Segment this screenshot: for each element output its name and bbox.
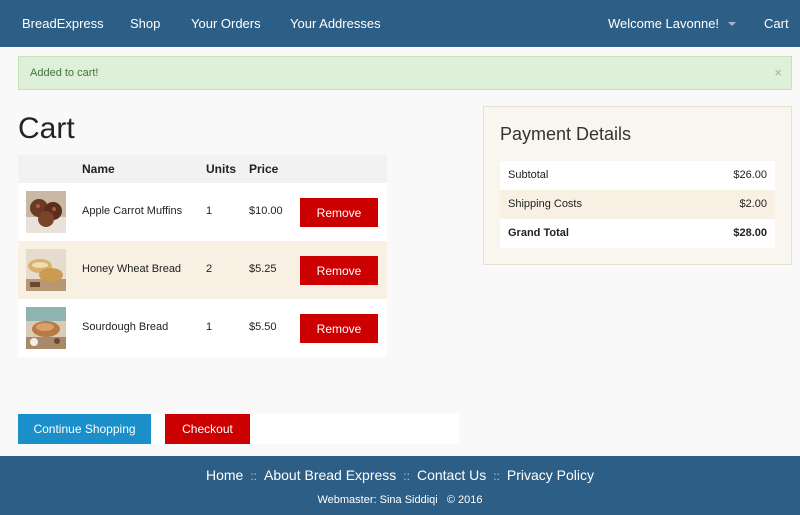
item-units: 1 <box>206 205 213 217</box>
item-units: 1 <box>206 321 213 333</box>
footer-separator: :: <box>493 469 500 483</box>
nav-link-your-orders[interactable]: Your Orders <box>191 16 261 32</box>
chevron-down-icon <box>728 21 737 26</box>
item-units: 2 <box>206 263 213 275</box>
item-price: $10.00 <box>249 205 283 217</box>
close-icon[interactable]: × <box>774 57 782 89</box>
column-header-units: Units <box>206 162 236 176</box>
product-image-honey-wheat <box>26 249 66 291</box>
nav-link-shop[interactable]: Shop <box>130 16 160 32</box>
subtotal-row: Subtotal $26.00 <box>500 161 775 190</box>
product-image-muffins <box>26 191 66 233</box>
continue-shopping-button[interactable]: Continue Shopping <box>18 414 151 444</box>
page-title: Cart <box>18 112 75 145</box>
footer-link-about[interactable]: About Bread Express <box>264 467 396 483</box>
alert-message: Added to cart! <box>30 67 99 79</box>
top-navbar: BreadExpress Shop Your Orders Your Addre… <box>0 0 800 47</box>
grand-total-label: Grand Total <box>508 227 569 239</box>
shipping-value: $2.00 <box>739 198 767 210</box>
footer-credit: Webmaster: Sina Siddiqi © 2016 <box>317 494 483 506</box>
cart-table: Name Units Price Apple Carrot Muffins 1 … <box>18 155 387 357</box>
page-footer: Home:: About Bread Express:: Contact Us:: P… <box>0 456 800 515</box>
grand-total-value: $28.00 <box>733 227 767 239</box>
payment-summary-table: Subtotal $26.00 Shipping Costs $2.00 Gra… <box>500 161 775 248</box>
footer-link-home[interactable]: Home <box>206 467 243 483</box>
table-row: Apple Carrot Muffins 1 $10.00 Remove <box>18 183 387 241</box>
product-image-sourdough <box>26 307 66 349</box>
nav-link-your-addresses[interactable]: Your Addresses <box>290 16 381 32</box>
success-alert: Added to cart! × <box>18 56 792 90</box>
subtotal-label: Subtotal <box>508 169 549 181</box>
remove-button[interactable]: Remove <box>300 198 378 227</box>
payment-details-title: Payment Details <box>500 124 632 144</box>
remove-button[interactable]: Remove <box>300 256 378 285</box>
table-row: Sourdough Bread 1 $5.50 Remove <box>18 299 387 357</box>
footer-links: Home:: About Bread Express:: Contact Us:: P… <box>0 467 800 484</box>
footer-separator: :: <box>250 469 257 483</box>
checkout-button[interactable]: Checkout <box>165 414 250 444</box>
subtotal-value: $26.00 <box>733 169 767 181</box>
cart-table-header: Name Units Price <box>18 155 387 183</box>
column-header-price: Price <box>249 162 279 176</box>
item-name: Honey Wheat Bread <box>82 263 182 275</box>
user-menu-dropdown[interactable]: Welcome Lavonne! <box>608 16 737 32</box>
remove-button[interactable]: Remove <box>300 314 378 343</box>
user-menu-label: Welcome Lavonne! <box>608 16 720 31</box>
item-name: Apple Carrot Muffins <box>82 205 183 217</box>
brand-link[interactable]: BreadExpress <box>22 16 104 32</box>
footer-separator: :: <box>403 469 410 483</box>
footer-link-contact[interactable]: Contact Us <box>417 467 486 483</box>
item-price: $5.25 <box>249 263 277 275</box>
table-row: Honey Wheat Bread 2 $5.25 Remove <box>18 241 387 299</box>
payment-details-panel: Payment Details Subtotal $26.00 Shipping… <box>483 106 792 265</box>
shipping-row: Shipping Costs $2.00 <box>500 190 775 219</box>
column-header-name: Name <box>82 162 115 176</box>
footer-link-privacy[interactable]: Privacy Policy <box>507 467 594 483</box>
grand-total-row: Grand Total $28.00 <box>500 219 775 248</box>
item-price: $5.50 <box>249 321 277 333</box>
nav-link-cart[interactable]: Cart <box>764 16 789 32</box>
item-name: Sourdough Bread <box>82 321 169 333</box>
shipping-label: Shipping Costs <box>508 198 582 210</box>
